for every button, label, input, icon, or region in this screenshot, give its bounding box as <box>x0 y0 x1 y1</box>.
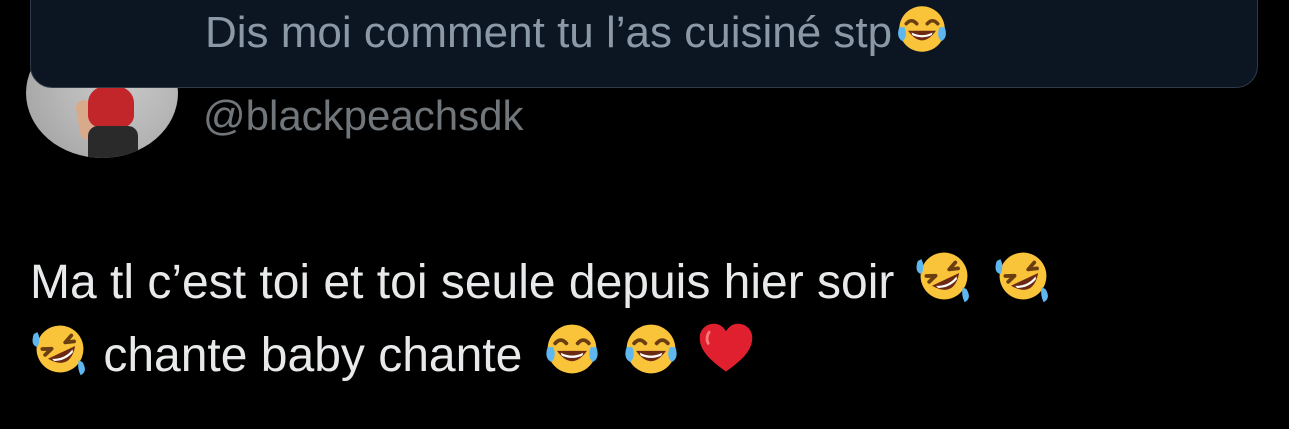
red-heart-icon <box>696 319 756 379</box>
rolling-on-floor-laughing-icon <box>914 246 974 306</box>
avatar-figure-legs <box>88 126 138 158</box>
tweet-text-line-1: Ma tl c’est toi et toi seule depuis hier… <box>30 256 895 309</box>
author-handle[interactable]: @blackpeachsdk <box>203 92 523 140</box>
face-with-tears-of-joy-icon <box>621 319 681 379</box>
tweet-text-line-2: chante baby chante <box>103 329 523 382</box>
avatar-figure-shirt <box>88 86 134 128</box>
face-with-tears-of-joy-icon <box>894 1 950 57</box>
tweet-line-2: chante baby chante <box>30 319 1260 392</box>
tweet-line-1: Ma tl c’est toi et toi seule depuis hier… <box>30 246 1260 319</box>
rolling-on-floor-laughing-icon <box>30 319 90 379</box>
quoted-tweet-text: Dis moi comment tu l’as cuisiné stp <box>205 8 893 57</box>
quoted-tweet-card[interactable]: Dis moi comment tu l’as cuisiné stp <box>30 0 1258 88</box>
quoted-tweet-text-row: Dis moi comment tu l’as cuisiné stp <box>205 1 950 57</box>
rolling-on-floor-laughing-icon <box>993 246 1053 306</box>
face-with-tears-of-joy-icon <box>542 319 602 379</box>
tweet-body: Ma tl c’est toi et toi seule depuis hier… <box>30 246 1260 392</box>
